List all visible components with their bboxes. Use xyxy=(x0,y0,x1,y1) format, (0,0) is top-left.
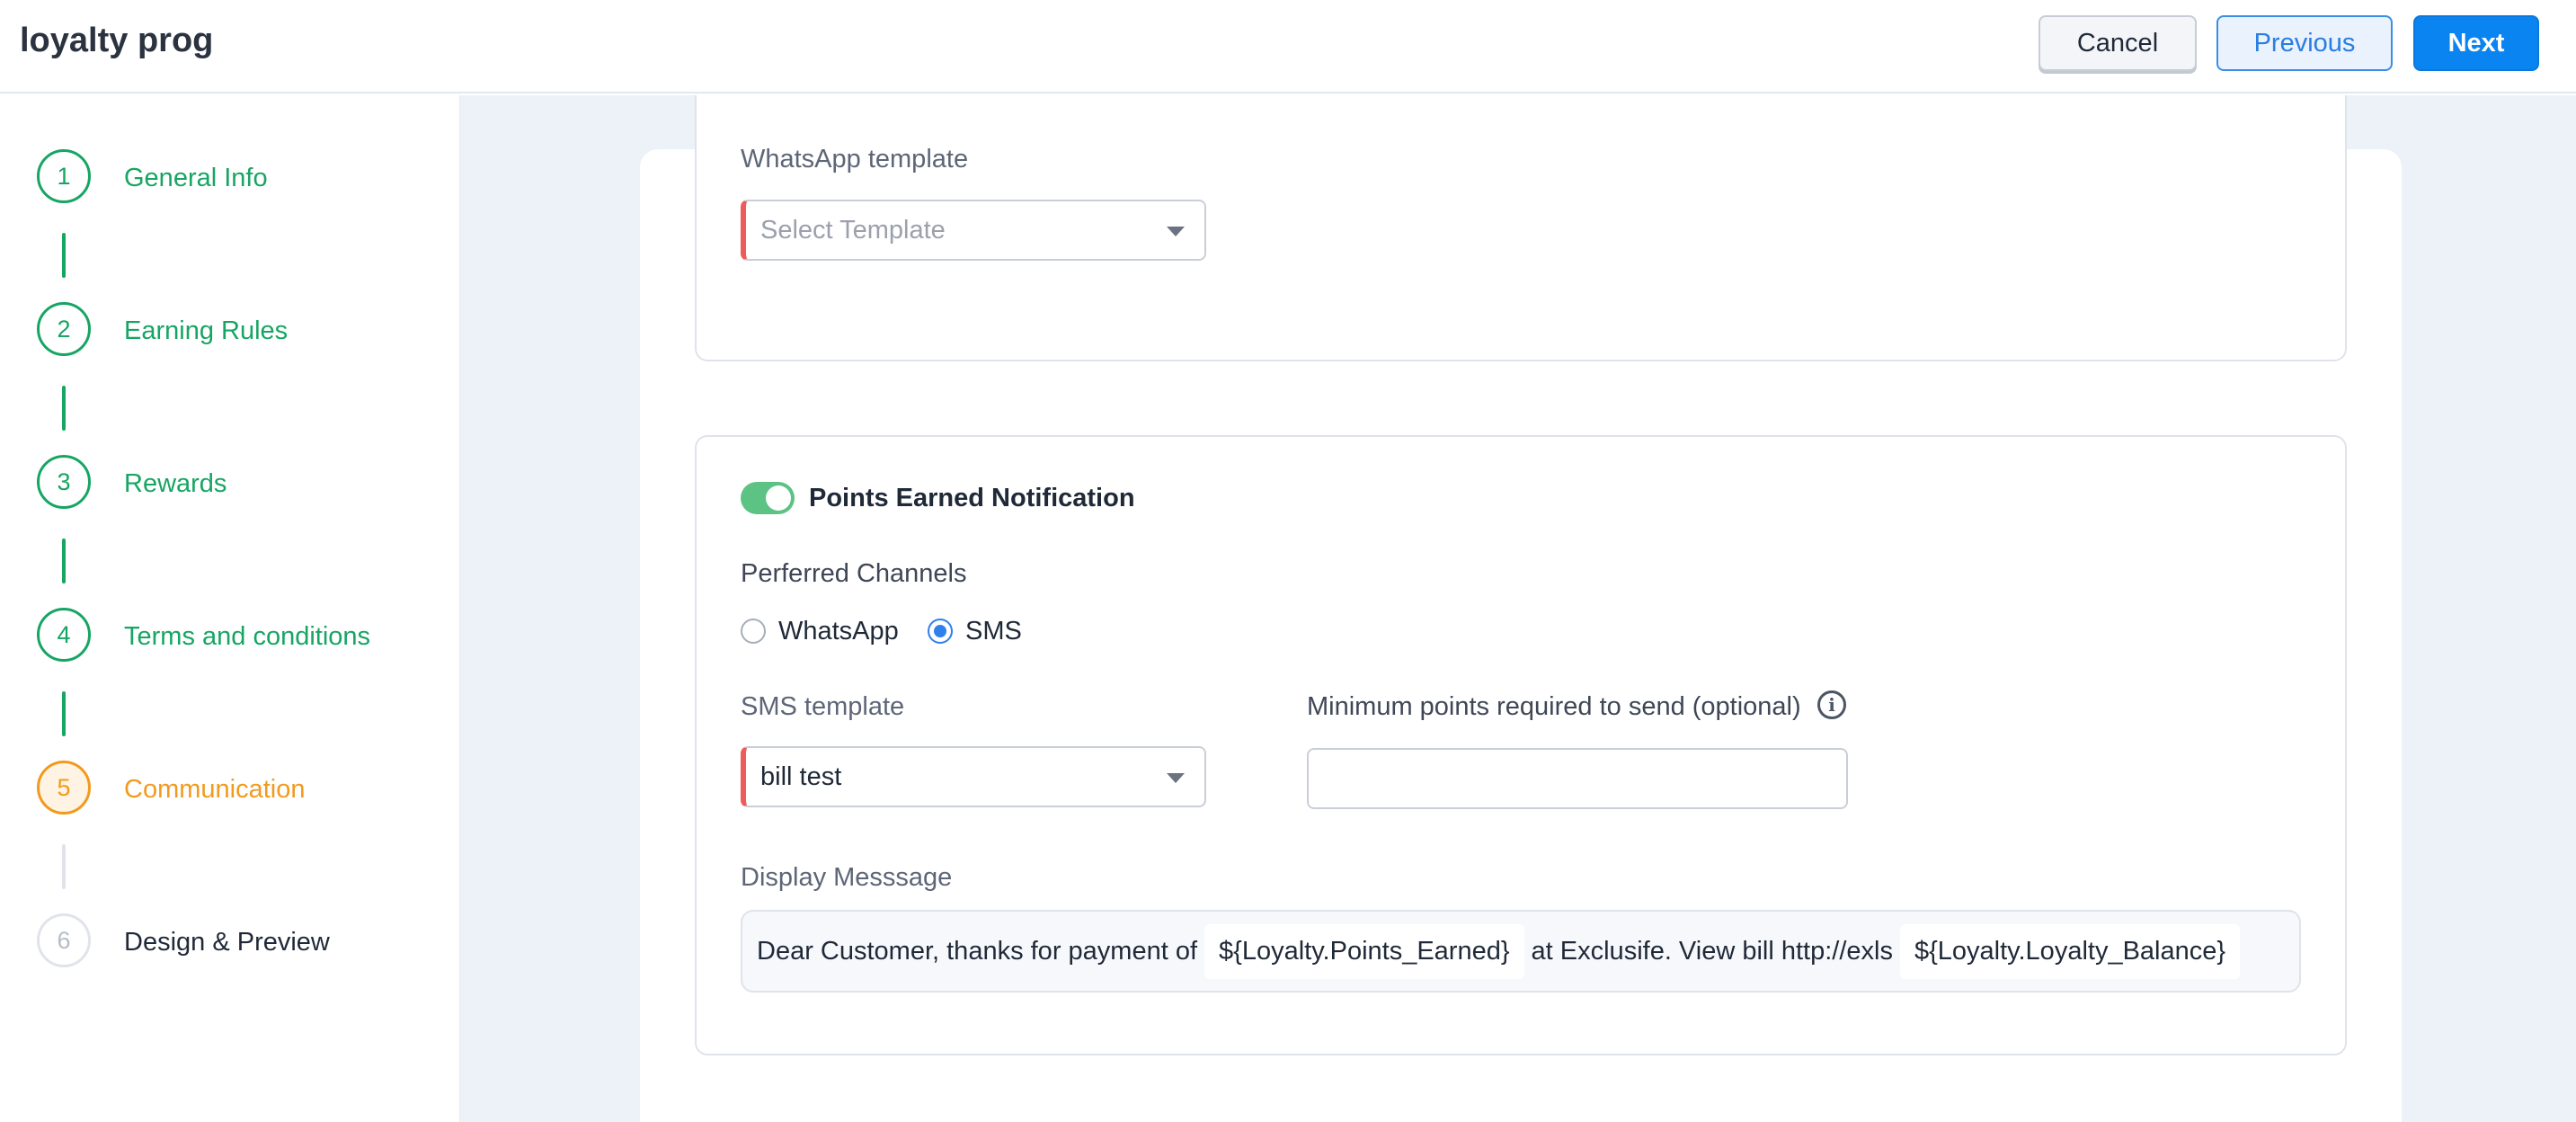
previous-button[interactable]: Previous xyxy=(2216,15,2393,71)
step-1-circle[interactable]: 1 xyxy=(37,149,91,203)
sms-radio[interactable] xyxy=(928,619,953,644)
min-points-label: Minimum points required to send (optiona… xyxy=(1307,692,1801,721)
step-connector xyxy=(62,233,66,278)
step-4-circle[interactable]: 4 xyxy=(37,608,91,662)
step-connector xyxy=(62,539,66,583)
next-button[interactable]: Next xyxy=(2413,15,2539,71)
whatsapp-template-select[interactable]: Select Template xyxy=(741,200,1206,261)
message-variable-chip[interactable]: ${Loyalty.Loyalty_Balance} xyxy=(1899,923,2241,979)
step-3-circle[interactable]: 3 xyxy=(37,455,91,509)
sms-template-value: bill test xyxy=(760,761,842,791)
toggle-knob xyxy=(766,485,791,511)
whatsapp-radio-label[interactable]: WhatsApp xyxy=(778,617,899,646)
step-4-label[interactable]: Terms and conditions xyxy=(124,622,370,652)
step-6-label[interactable]: Design & Preview xyxy=(124,928,330,957)
chevron-down-icon xyxy=(1167,773,1185,783)
message-text-part-1: Dear Customer, thanks for payment of xyxy=(757,936,1197,966)
top-header: loyalty prog Cancel Previous Next xyxy=(0,0,2576,94)
info-icon[interactable]: i xyxy=(1817,690,1846,719)
page-title: loyalty prog xyxy=(20,22,214,59)
sms-radio-label[interactable]: SMS xyxy=(965,617,1022,646)
sms-template-select[interactable]: bill test xyxy=(741,746,1206,807)
points-earned-toggle-label: Points Earned Notification xyxy=(809,484,1135,512)
chevron-down-icon xyxy=(1167,227,1185,236)
step-1-label[interactable]: General Info xyxy=(124,164,268,193)
whatsapp-template-label: WhatsApp template xyxy=(741,145,969,174)
step-connector xyxy=(62,844,66,889)
step-6-circle[interactable]: 6 xyxy=(37,913,91,967)
display-message-label: Display Messsage xyxy=(741,863,953,892)
preferred-channels-label: Perferred Channels xyxy=(741,559,967,588)
step-2-circle[interactable]: 2 xyxy=(37,302,91,356)
points-earned-toggle[interactable] xyxy=(741,482,795,514)
message-text-part-2: at Exclusife. View bill http://exls xyxy=(1531,936,1893,966)
step-5-label[interactable]: Communication xyxy=(124,775,305,805)
step-2-label[interactable]: Earning Rules xyxy=(124,316,288,346)
steps-sidebar: 1 General Info 2 Earning Rules 3 Rewards… xyxy=(0,95,460,1122)
min-points-input[interactable] xyxy=(1307,748,1848,809)
step-connector xyxy=(62,691,66,736)
display-message-box[interactable]: Dear Customer, thanks for payment of ${L… xyxy=(741,910,2301,993)
whatsapp-radio[interactable] xyxy=(741,619,766,644)
step-3-label[interactable]: Rewards xyxy=(124,469,227,499)
whatsapp-template-placeholder: Select Template xyxy=(760,215,946,245)
step-connector xyxy=(62,386,66,431)
sms-template-label: SMS template xyxy=(741,692,905,721)
cancel-button[interactable]: Cancel xyxy=(2039,15,2197,71)
step-5-circle[interactable]: 5 xyxy=(37,761,91,815)
message-variable-chip[interactable]: ${Loyalty.Points_Earned} xyxy=(1204,923,1524,979)
